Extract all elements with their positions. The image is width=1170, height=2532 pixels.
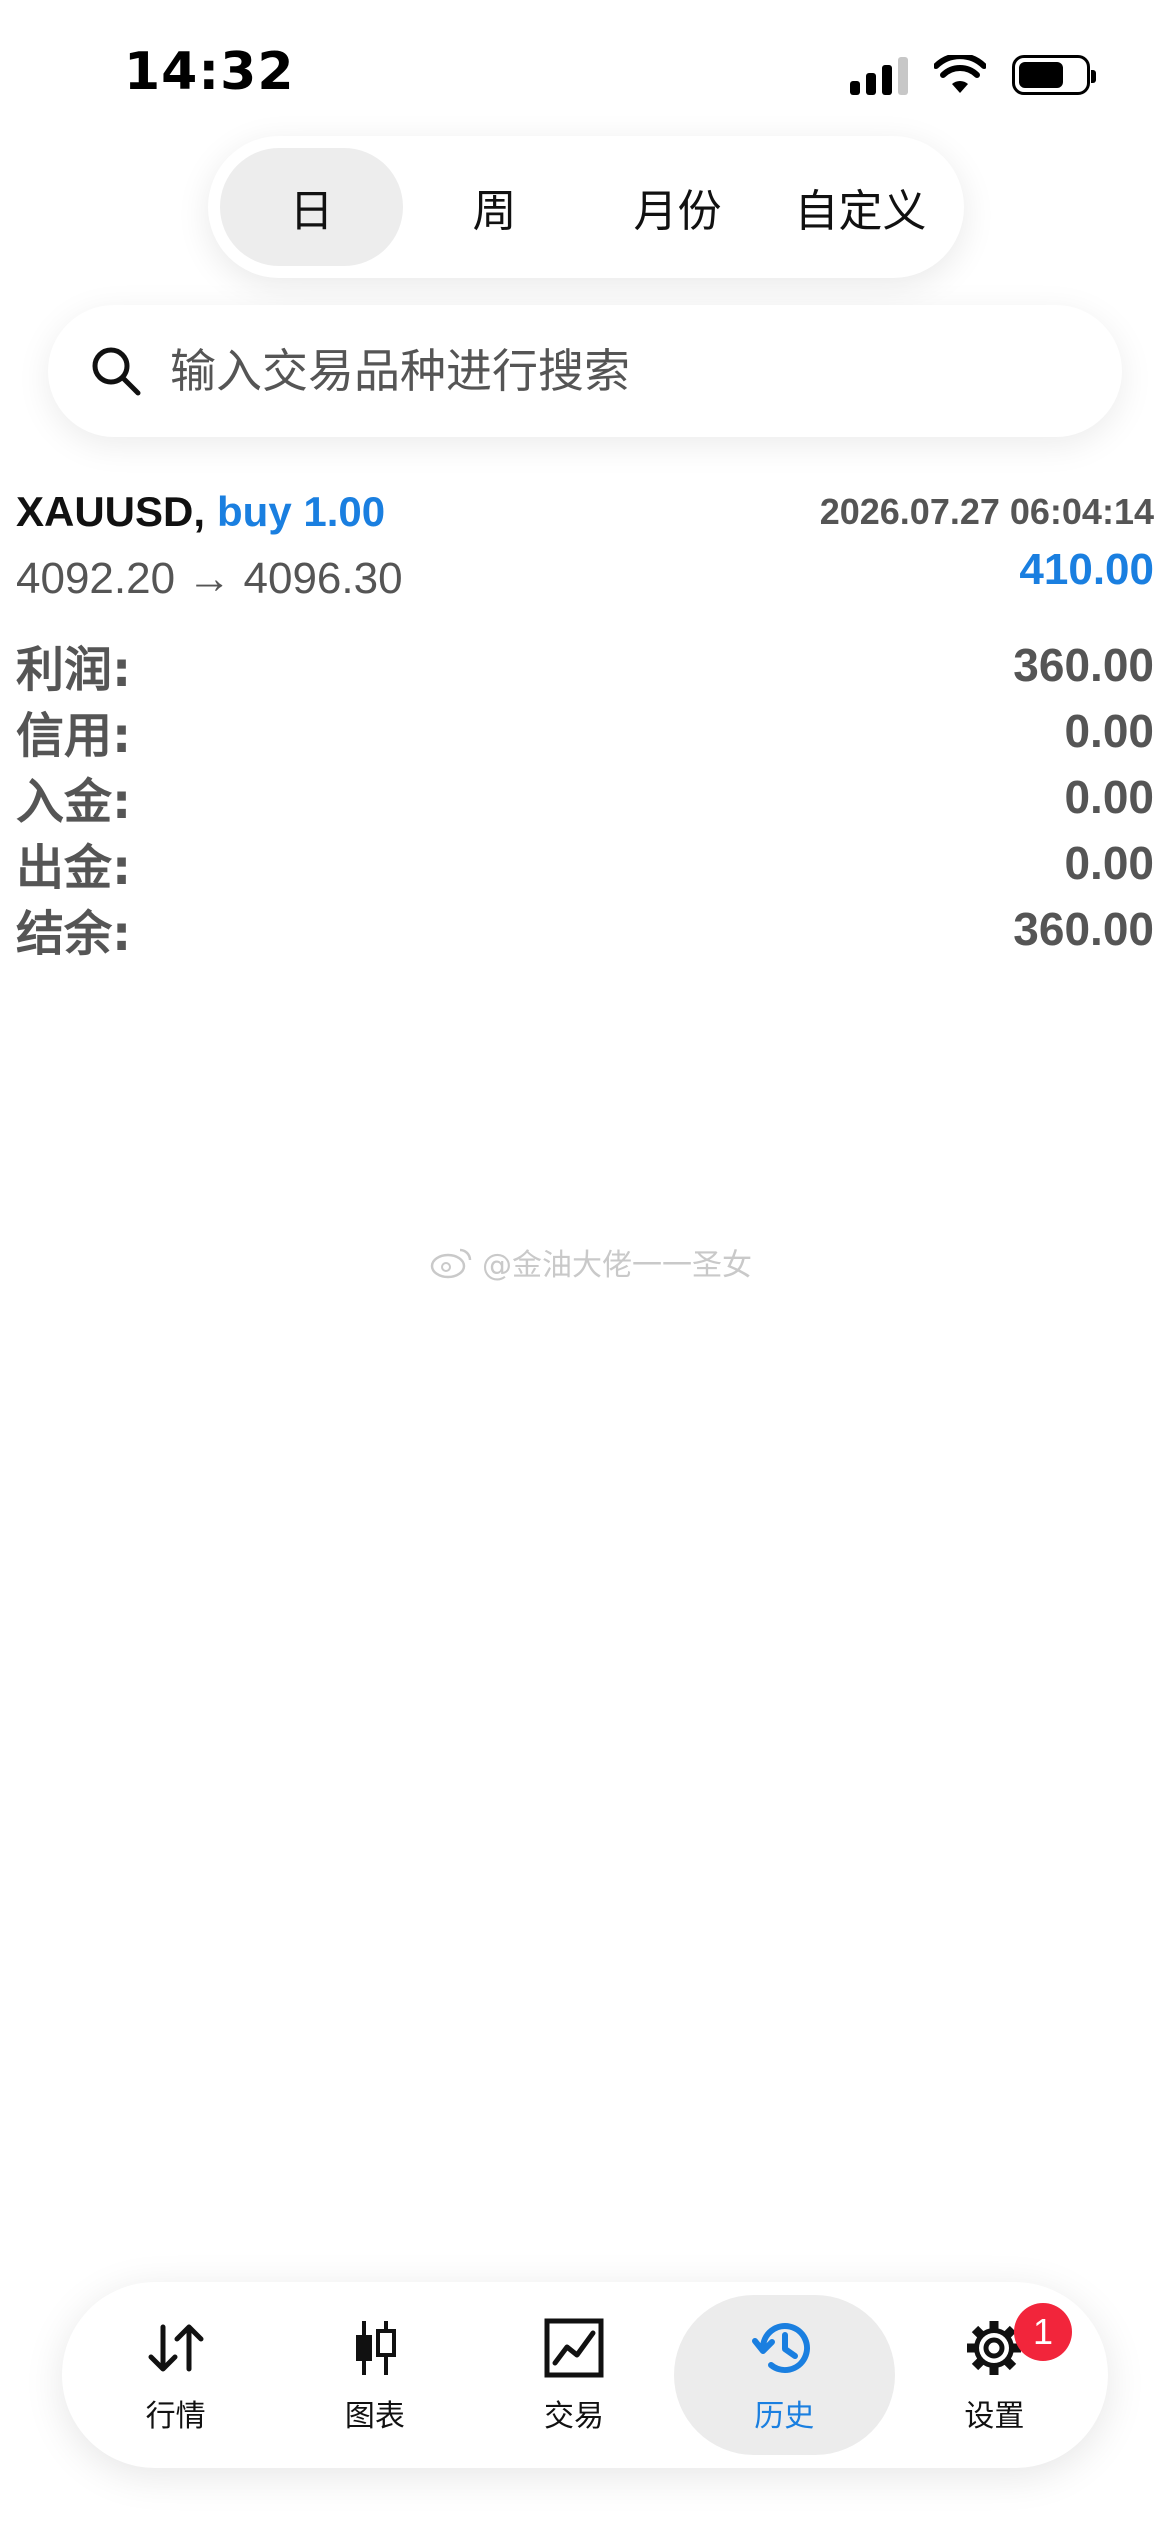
period-tabs: 日 周 月份 自定义 <box>208 136 964 278</box>
nav-settings-label: 设置 <box>964 2399 1025 2434</box>
weibo-icon <box>430 1248 472 1279</box>
summary-row-credit: 信用: 0.00 <box>16 698 1154 764</box>
status-time: 14:32 <box>124 42 295 102</box>
credit-label: 信用: <box>16 708 132 764</box>
history-icon <box>752 2323 811 2374</box>
bottom-nav: 行情 图表 交易 历史 设置 1 <box>62 2282 1108 2468</box>
watermark-text: @金油大佬一一圣女 <box>482 1248 752 1283</box>
deposit-value: 0.00 <box>1064 771 1154 823</box>
deposit-label: 入金: <box>16 774 132 830</box>
status-bar: 14:32 <box>0 0 1170 150</box>
nav-history-label: 历史 <box>754 2399 815 2434</box>
trade-chart-icon <box>544 2318 604 2378</box>
battery-icon <box>1012 55 1096 95</box>
credit-value: 0.00 <box>1064 705 1154 757</box>
account-summary: 利润: 360.00 信用: 0.00 入金: 0.00 出金: 0.00 结余… <box>16 632 1154 962</box>
cellular-signal-icon <box>850 55 908 95</box>
search-bar[interactable] <box>48 305 1122 437</box>
candlestick-icon <box>355 2321 396 2375</box>
nav-quotes[interactable]: 行情 <box>76 2295 275 2455</box>
withdrawal-label: 出金: <box>16 840 132 896</box>
tab-week[interactable]: 周 <box>403 148 586 266</box>
search-icon <box>92 347 141 396</box>
tab-custom[interactable]: 自定义 <box>769 148 952 266</box>
nav-trade-label: 交易 <box>544 2399 605 2434</box>
balance-value: 360.00 <box>1013 903 1154 955</box>
summary-row-withdrawal: 出金: 0.00 <box>16 830 1154 896</box>
watermark: @金油大佬一一圣女 <box>430 1240 752 1284</box>
balance-label: 结余: <box>16 906 132 962</box>
summary-row-profit: 利润: 360.00 <box>16 632 1154 698</box>
nav-chart-label: 图表 <box>344 2399 405 2434</box>
tab-month[interactable]: 月份 <box>586 148 769 266</box>
notification-badge: 1 <box>1014 2303 1072 2361</box>
nav-quotes-label: 行情 <box>145 2399 206 2434</box>
summary-row-balance: 结余: 360.00 <box>16 896 1154 962</box>
nav-trade[interactable]: 交易 <box>474 2295 673 2455</box>
profit-value: 360.00 <box>1013 639 1154 691</box>
trade-entry[interactable]: XAUUSD, buy 1.00 2026.07.27 06:04:14 4092… <box>16 488 1154 604</box>
nav-history[interactable]: 历史 <box>673 2295 895 2455</box>
trade-datetime: 2026.07.27 06:04:14 <box>819 491 1154 532</box>
status-icons <box>850 55 1096 95</box>
nav-chart[interactable]: 图表 <box>275 2295 474 2455</box>
summary-row-deposit: 入金: 0.00 <box>16 764 1154 830</box>
search-input[interactable] <box>170 344 1070 398</box>
withdrawal-value: 0.00 <box>1064 837 1154 889</box>
arrows-updown-icon <box>148 2324 204 2372</box>
profit-label: 利润: <box>16 642 132 698</box>
trade-profit: 410.00 <box>1019 545 1154 594</box>
tab-day[interactable]: 日 <box>220 148 403 266</box>
trade-symbol: XAUUSD, <box>16 488 206 535</box>
trade-prices: 4092.20 → 4096.30 <box>16 554 403 603</box>
wifi-icon <box>934 55 986 93</box>
nav-settings[interactable]: 设置 1 <box>895 2295 1094 2455</box>
trade-side: buy 1.00 <box>217 488 386 535</box>
